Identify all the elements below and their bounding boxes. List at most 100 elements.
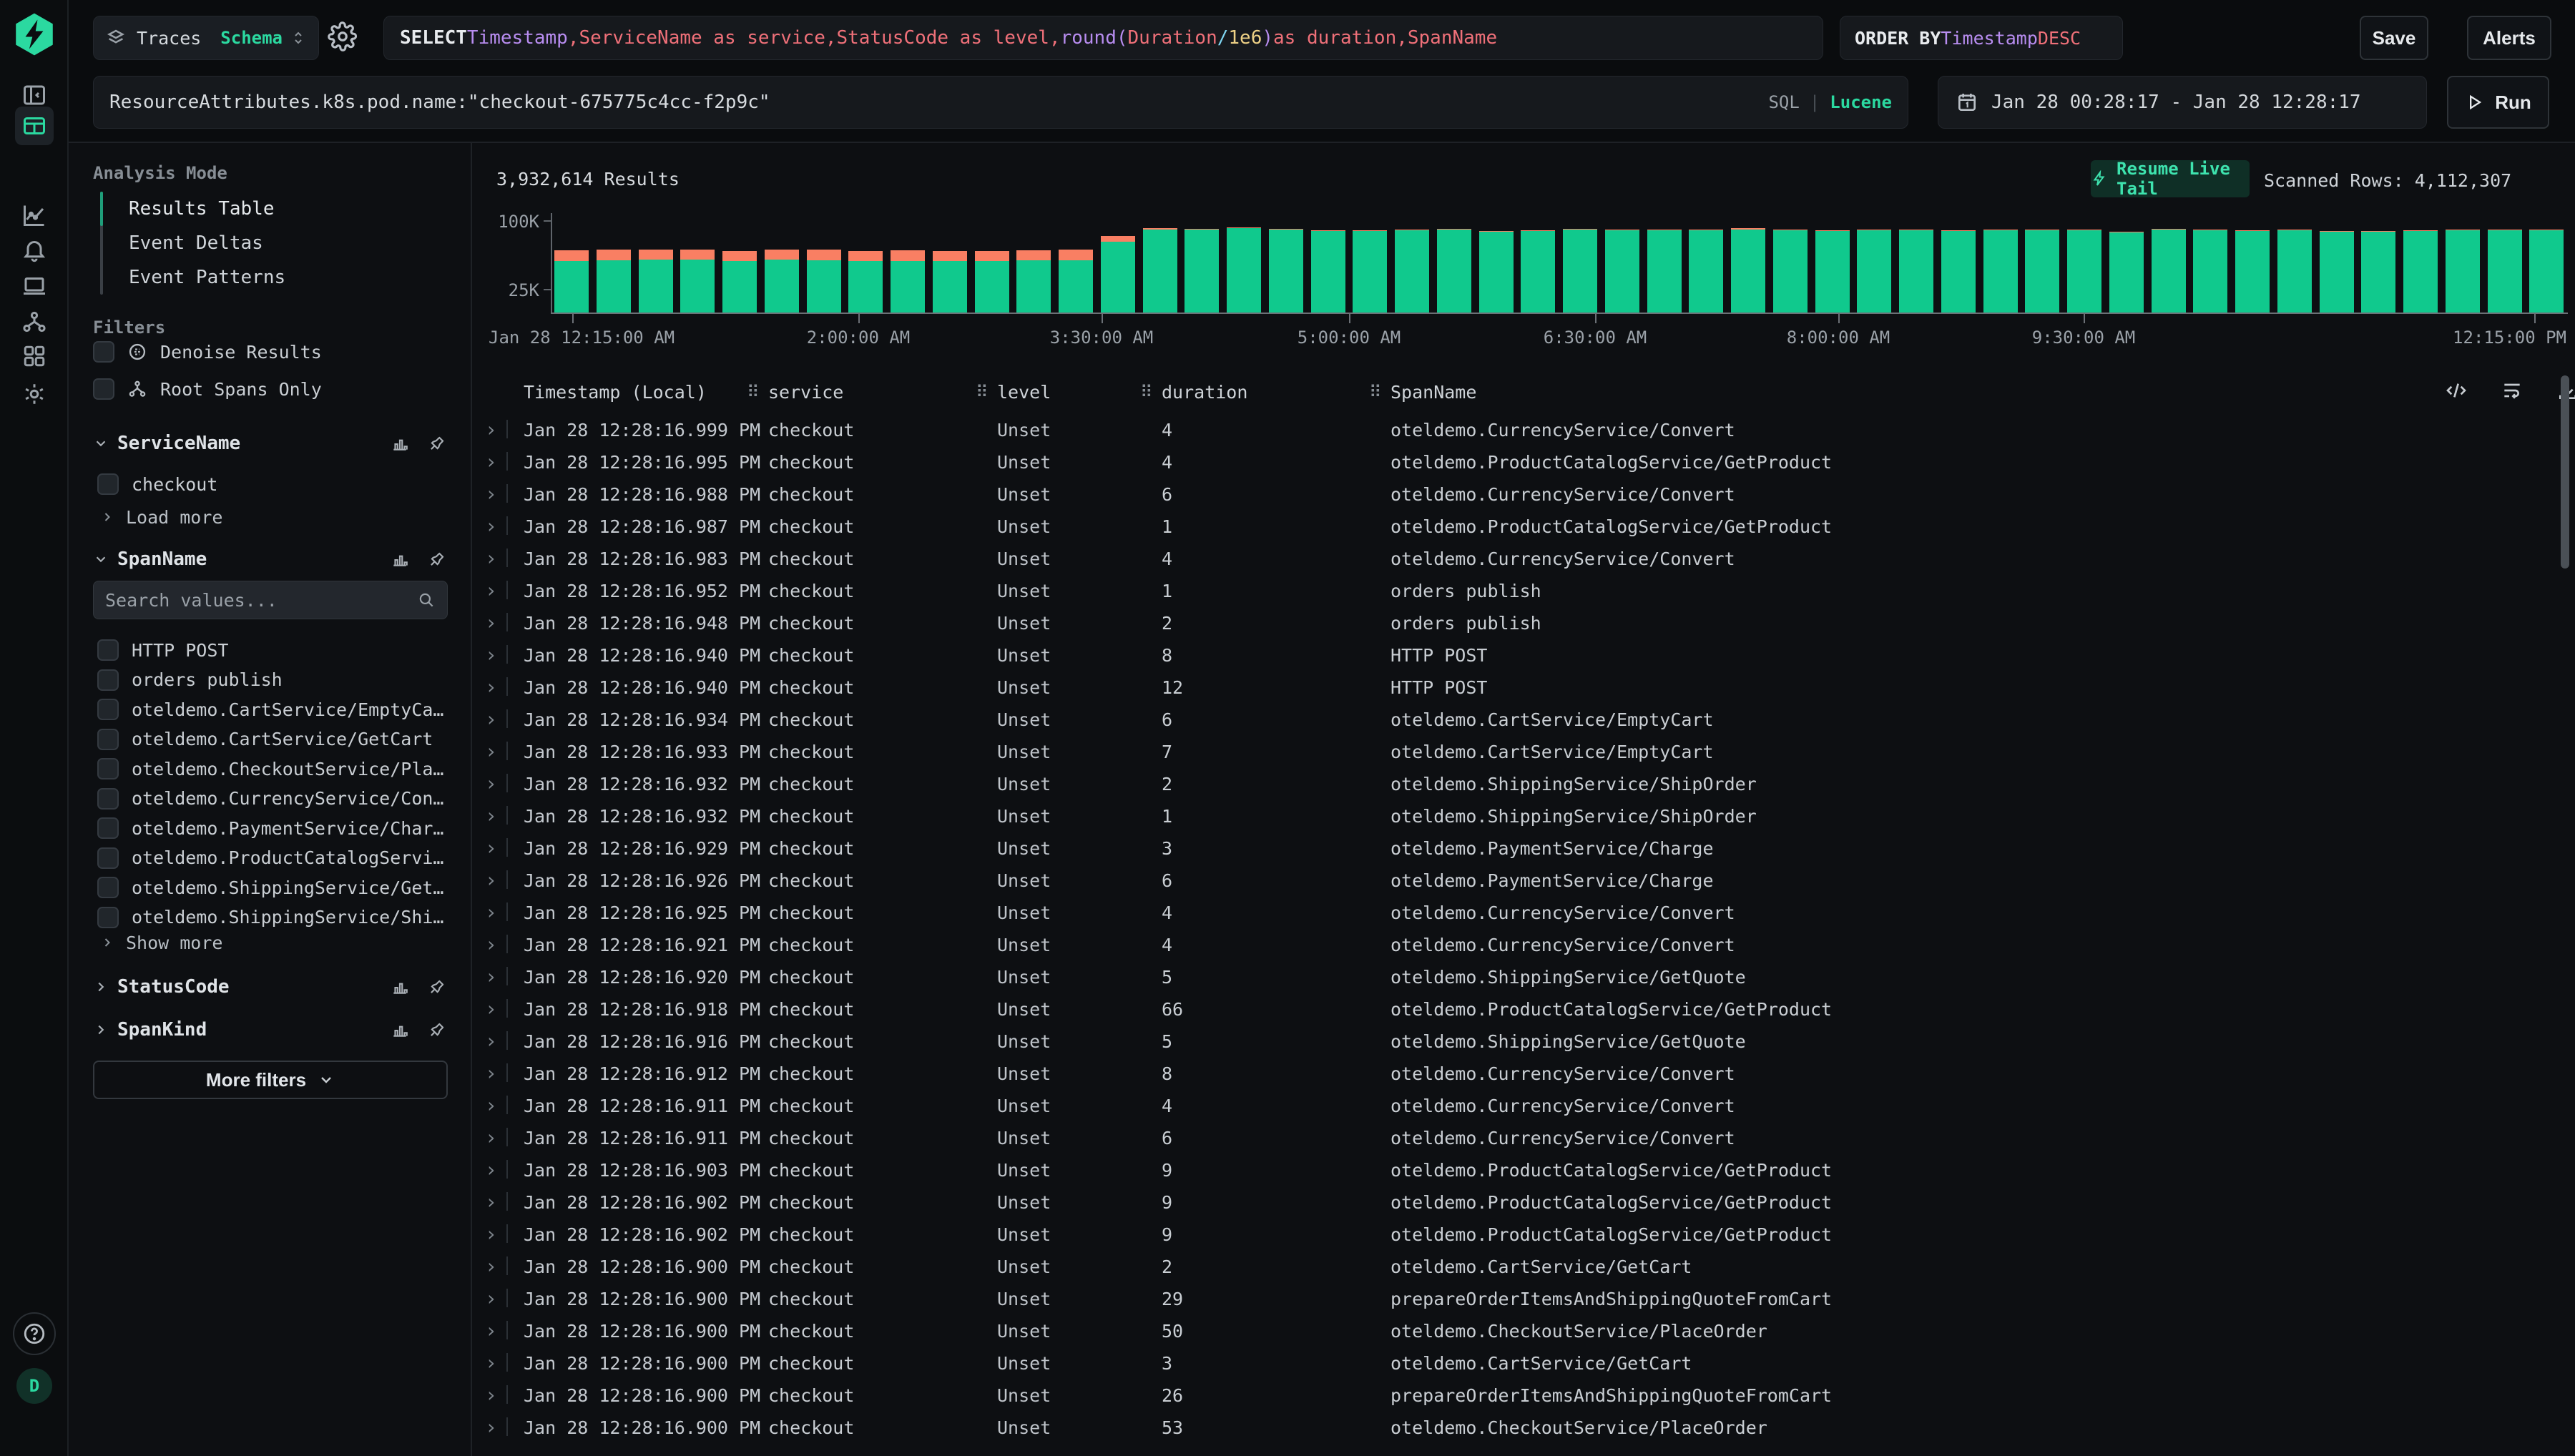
denoise-results-toggle[interactable]: Denoise Results [93,338,322,366]
date-range-picker[interactable]: Jan 28 00:28:17 - Jan 28 12:28:17 [1938,76,2427,129]
column-drag-handle-icon[interactable]: ⠿ [1140,382,1153,402]
table-row[interactable]: ›Jan 28 12:28:16.932 PMcheckoutUnset2ote… [472,767,2575,800]
table-row[interactable]: ›Jan 28 12:28:16.926 PMcheckoutUnset6ote… [472,864,2575,896]
value-checkbox[interactable] [97,473,119,495]
row-expand-chevron-icon[interactable]: › [485,1319,497,1342]
row-expand-chevron-icon[interactable]: › [485,643,497,666]
root-spans-checkbox[interactable] [93,378,114,400]
table-row[interactable]: ›Jan 28 12:28:16.920 PMcheckoutUnset5ote… [472,960,2575,993]
language-sql-option[interactable]: SQL [1768,92,1799,112]
chart-mini-icon[interactable] [391,978,409,996]
pin-icon[interactable] [428,1020,446,1039]
table-row[interactable]: ›Jan 28 12:28:16.933 PMcheckoutUnset7ote… [472,735,2575,767]
row-expand-chevron-icon[interactable]: › [485,1061,497,1085]
value-checkbox[interactable] [97,699,119,720]
section-servicename-header[interactable]: ServiceName [93,429,446,458]
wrap-text-icon[interactable] [2501,379,2524,402]
query-settings-gear-icon[interactable] [328,21,358,51]
span-search-input[interactable]: Search values... [93,581,448,619]
table-row[interactable]: ›Jan 28 12:28:16.900 PMcheckoutUnset50ot… [472,1314,2575,1347]
filter-value-row[interactable]: oteldemo.PaymentService/Char… [97,815,444,842]
section-statuscode-header[interactable]: StatusCode [93,973,446,1001]
value-checkbox[interactable] [97,907,119,928]
table-row[interactable]: ›Jan 28 12:28:16.911 PMcheckoutUnset4ote… [472,1089,2575,1121]
row-expand-chevron-icon[interactable]: › [485,1415,497,1439]
analysis-mode-item-event-deltas[interactable]: Event Deltas [119,226,263,260]
column-header-duration[interactable]: duration [1162,382,1247,403]
language-lucene-option[interactable]: Lucene [1830,92,1892,112]
table-row[interactable]: ›Jan 28 12:28:16.995 PMcheckoutUnset4ote… [472,446,2575,478]
row-expand-chevron-icon[interactable]: › [485,900,497,924]
sidebar-item-sessions-icon[interactable] [15,267,54,305]
row-expand-chevron-icon[interactable]: › [485,514,497,538]
value-checkbox[interactable] [97,669,119,691]
section-spankind-header[interactable]: SpanKind [93,1015,446,1044]
column-drag-handle-icon[interactable]: ⠿ [976,382,989,402]
column-drag-handle-icon[interactable]: ⠿ [1369,382,1382,402]
row-expand-chevron-icon[interactable]: › [485,997,497,1020]
sidebar-item-search-icon[interactable] [15,107,54,145]
run-button[interactable]: Run [2447,76,2549,129]
row-expand-chevron-icon[interactable]: › [485,579,497,602]
row-expand-chevron-icon[interactable]: › [485,482,497,506]
more-filters-button[interactable]: More filters [93,1061,448,1099]
row-expand-chevron-icon[interactable]: › [485,836,497,860]
value-checkbox[interactable] [97,817,119,839]
column-header-timestamp-local-[interactable]: Timestamp (Local) [524,382,707,403]
chart-mini-icon[interactable] [391,1020,409,1039]
chart-mini-icon[interactable] [391,550,409,569]
chart-mini-icon[interactable] [391,434,409,453]
table-row[interactable]: ›Jan 28 12:28:16.999 PMcheckoutUnset4ote… [472,413,2575,446]
denoise-checkbox[interactable] [93,341,114,363]
load-more-link[interactable]: Load more [100,504,222,530]
value-checkbox[interactable] [97,729,119,750]
row-expand-chevron-icon[interactable]: › [485,965,497,988]
view-source-icon[interactable] [2445,379,2468,402]
value-checkbox[interactable] [97,758,119,779]
table-row[interactable]: ›Jan 28 12:28:16.903 PMcheckoutUnset9ote… [472,1154,2575,1186]
row-expand-chevron-icon[interactable]: › [485,1126,497,1149]
root-spans-toggle[interactable]: Root Spans Only [93,375,322,403]
table-row[interactable]: ›Jan 28 12:28:16.952 PMcheckoutUnset1ord… [472,574,2575,606]
show-more-link[interactable]: Show more [100,930,222,955]
table-row[interactable]: ›Jan 28 12:28:16.911 PMcheckoutUnset6ote… [472,1121,2575,1154]
row-expand-chevron-icon[interactable]: › [485,1190,497,1214]
filter-value-row[interactable]: oteldemo.CartService/GetCart [97,726,433,753]
value-checkbox[interactable] [97,639,119,661]
table-row[interactable]: ›Jan 28 12:28:16.925 PMcheckoutUnset4ote… [472,896,2575,928]
sidebar-item-chart-explorer-icon[interactable] [15,196,54,235]
select-clause-input[interactable]: SELECT Timestamp, ServiceName as service… [383,16,1823,60]
table-row[interactable]: ›Jan 28 12:28:16.948 PMcheckoutUnset2ord… [472,606,2575,639]
table-row[interactable]: ›Jan 28 12:28:16.921 PMcheckoutUnset4ote… [472,928,2575,960]
sidebar-item-alerts-icon[interactable] [15,230,54,269]
hyperdx-logo-icon[interactable] [11,11,57,57]
row-expand-chevron-icon[interactable]: › [485,546,497,570]
pin-icon[interactable] [428,978,446,996]
analysis-mode-item-event-patterns[interactable]: Event Patterns [119,260,285,295]
row-expand-chevron-icon[interactable]: › [485,1029,497,1053]
table-row[interactable]: ›Jan 28 12:28:16.912 PMcheckoutUnset8ote… [472,1057,2575,1089]
filter-value-row[interactable]: oteldemo.CurrencyService/Con… [97,785,444,812]
section-spanname-header[interactable]: SpanName [93,545,446,574]
row-expand-chevron-icon[interactable]: › [485,1222,497,1246]
row-expand-chevron-icon[interactable]: › [485,933,497,956]
filter-value-row[interactable]: oteldemo.ShippingService/Shi… [97,904,444,931]
row-expand-chevron-icon[interactable]: › [485,772,497,795]
value-checkbox[interactable] [97,788,119,810]
row-expand-chevron-icon[interactable]: › [485,1093,497,1117]
filter-value-row[interactable]: checkout [97,471,217,498]
resume-live-tail-button[interactable]: Resume Live Tail [2091,160,2250,197]
row-expand-chevron-icon[interactable]: › [485,1287,497,1310]
value-checkbox[interactable] [97,847,119,869]
table-row[interactable]: ›Jan 28 12:28:16.900 PMcheckoutUnset53ot… [472,1411,2575,1443]
row-expand-chevron-icon[interactable]: › [485,1383,497,1407]
user-avatar[interactable]: D [16,1368,52,1404]
column-drag-handle-icon[interactable]: ⠿ [747,382,760,402]
analysis-mode-item-results-table[interactable]: Results Table [119,192,275,226]
filter-value-row[interactable]: orders publish [97,666,283,694]
row-expand-chevron-icon[interactable]: › [485,707,497,731]
table-row[interactable]: ›Jan 28 12:28:16.900 PMcheckoutUnset29pr… [472,1282,2575,1314]
row-expand-chevron-icon[interactable]: › [485,739,497,763]
sidebar-item-settings-icon[interactable] [15,375,54,413]
row-expand-chevron-icon[interactable]: › [485,1254,497,1278]
